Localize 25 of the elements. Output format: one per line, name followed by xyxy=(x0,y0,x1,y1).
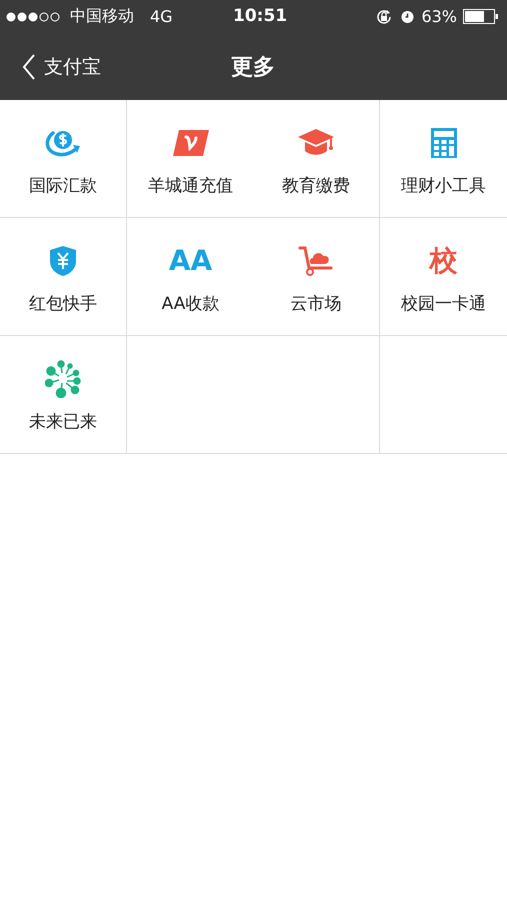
burst-icon xyxy=(45,360,81,398)
service-tile[interactable]: 云市场 xyxy=(253,218,380,336)
calculator-icon xyxy=(430,128,456,158)
back-button[interactable]: 支付宝 xyxy=(22,54,101,80)
service-tile[interactable]: 羊城通充值 xyxy=(127,100,254,218)
ticket-icon xyxy=(172,129,210,157)
service-tile[interactable]: 红包快手 xyxy=(0,218,127,336)
service-tile[interactable]: AA AA收款 xyxy=(127,218,254,336)
glyph-icon: AA xyxy=(168,247,212,275)
service-tile[interactable]: 理财小工具 xyxy=(380,100,507,218)
chevron-left-icon xyxy=(22,54,36,80)
page-title: 更多 xyxy=(230,54,276,82)
carrier-name: 中国移动 xyxy=(70,6,134,27)
service-tile[interactable]: 教育缴费 xyxy=(253,100,380,218)
network-type: 4G xyxy=(150,7,173,26)
yuan-shield-icon xyxy=(49,245,77,277)
glyph-icon: 校 xyxy=(430,247,458,275)
clock: 10:51 xyxy=(233,6,288,26)
service-tile[interactable]: 国际汇款 xyxy=(0,100,127,218)
cart-cloud-icon xyxy=(298,245,334,277)
service-tile[interactable]: 校 校园一卡通 xyxy=(380,218,507,336)
alarm-icon xyxy=(400,9,416,24)
battery-percent: 63% xyxy=(421,7,457,26)
battery-icon xyxy=(463,9,499,24)
service-tile[interactable]: 未来已来 xyxy=(0,336,127,454)
